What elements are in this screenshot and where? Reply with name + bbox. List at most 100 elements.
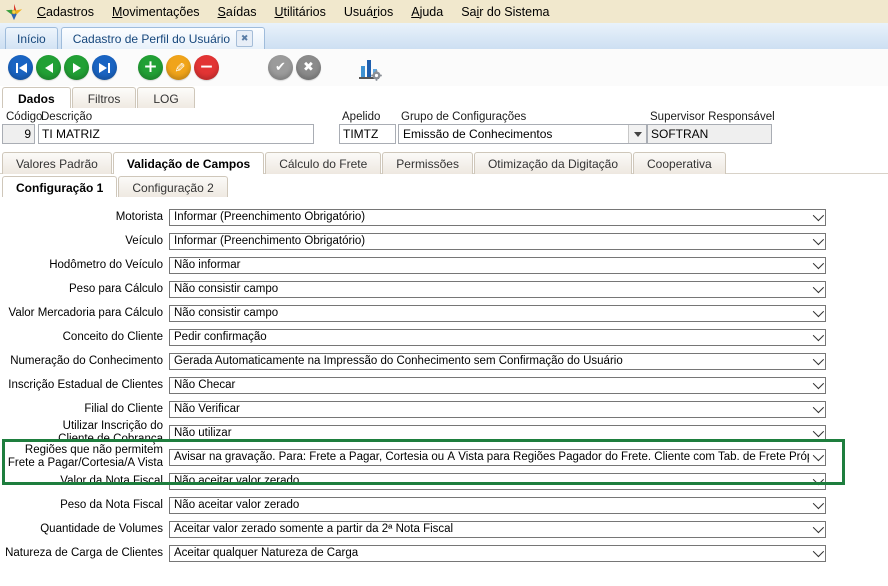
field-label: Conceito do Cliente bbox=[0, 331, 169, 344]
chevron-down-icon bbox=[813, 210, 824, 221]
chevron-down-icon bbox=[813, 522, 824, 533]
peso-nota-fiscal-select[interactable]: Não aceitar valor zerado bbox=[169, 497, 826, 514]
tab-log[interactable]: LOG bbox=[137, 87, 194, 109]
form-row: Utilizar Inscrição do Cliente de Cobranç… bbox=[0, 421, 888, 445]
combo-dropdown-button[interactable] bbox=[628, 125, 646, 143]
menu-movimentacoes[interactable]: Movimentações bbox=[103, 2, 209, 22]
valor-nota-fiscal-select[interactable]: Não aceitar valor zerado bbox=[169, 473, 826, 490]
codigo-field[interactable] bbox=[2, 124, 35, 144]
field-label: Natureza de Carga de Clientes bbox=[0, 547, 169, 560]
chevron-down-icon bbox=[813, 258, 824, 269]
grupo-configuracoes-value: Emissão de Conhecimentos bbox=[399, 125, 628, 143]
chevron-down-icon bbox=[813, 282, 824, 293]
toolbar: + ✎ − ✔ ✖ bbox=[0, 49, 888, 86]
veiculo-select[interactable]: Informar (Preenchimento Obrigatório) bbox=[169, 233, 826, 250]
menu-sair-do-sistema[interactable]: Sair do Sistema bbox=[452, 2, 558, 22]
previous-record-icon bbox=[45, 63, 53, 73]
inscricao-cobranca-select[interactable]: Não utilizar bbox=[169, 425, 826, 442]
peso-calculo-select[interactable]: Não consistir campo bbox=[169, 281, 826, 298]
app-logo-icon bbox=[5, 3, 25, 21]
field-label: Hodômetro do Veículo bbox=[0, 259, 169, 272]
nav-last-button[interactable] bbox=[92, 55, 117, 80]
cancel-button[interactable]: ✖ bbox=[296, 55, 321, 80]
quantidade-volumes-select[interactable]: Aceitar valor zerado somente a partir da… bbox=[169, 521, 826, 538]
section-tab-strip: Valores Padrão Validação de Campos Cálcu… bbox=[0, 148, 888, 174]
window-tab-bar: Início Cadastro de Perfil do Usuário ✖ bbox=[0, 23, 888, 50]
tab-cadastro-perfil-usuario[interactable]: Cadastro de Perfil do Usuário ✖ bbox=[61, 27, 265, 49]
next-record-icon bbox=[73, 63, 81, 73]
tab-inicio[interactable]: Início bbox=[5, 27, 58, 49]
tab-otimizacao-da-digitacao[interactable]: Otimização da Digitação bbox=[474, 152, 632, 174]
field-label: Veículo bbox=[0, 235, 169, 248]
field-label: Utilizar Inscrição do Cliente de Cobranç… bbox=[0, 420, 169, 446]
apelido-field[interactable] bbox=[339, 124, 396, 144]
field-label: Valor Mercadoria para Cálculo bbox=[0, 307, 169, 320]
tab-filtros[interactable]: Filtros bbox=[72, 87, 137, 109]
chevron-down-icon bbox=[813, 378, 824, 389]
nav-first-button[interactable] bbox=[8, 55, 33, 80]
config-tab-strip: Configuração 1 Configuração 2 bbox=[0, 174, 888, 198]
tab-calculo-do-frete[interactable]: Cálculo do Frete bbox=[265, 152, 381, 174]
motorista-select[interactable]: Informar (Preenchimento Obrigatório) bbox=[169, 209, 826, 226]
plus-icon: + bbox=[143, 59, 157, 76]
pencil-icon: ✎ bbox=[172, 62, 185, 73]
codigo-label: Código bbox=[6, 111, 42, 123]
check-icon: ✔ bbox=[275, 61, 286, 74]
grupo-configuracoes-combobox[interactable]: Emissão de Conhecimentos bbox=[398, 124, 647, 144]
form-row: Hodômetro do Veículo Não informar bbox=[0, 253, 888, 277]
supervisor-label: Supervisor Responsável bbox=[650, 111, 775, 123]
form-row: Peso da Nota Fiscal Não aceitar valor ze… bbox=[0, 493, 888, 517]
nav-prev-button[interactable] bbox=[36, 55, 61, 80]
tab-configuracao-1[interactable]: Configuração 1 bbox=[2, 176, 117, 198]
field-label: Numeração do Conhecimento bbox=[0, 355, 169, 368]
tab-valores-padrao[interactable]: Valores Padrão bbox=[2, 152, 112, 174]
chevron-down-icon bbox=[813, 546, 824, 557]
chevron-down-icon bbox=[813, 474, 824, 485]
application-window: Cadastros Movimentações Saídas Utilitári… bbox=[0, 0, 888, 586]
form-row: Numeração do Conhecimento Gerada Automat… bbox=[0, 349, 888, 373]
chevron-down-icon bbox=[813, 450, 824, 461]
chevron-down-icon bbox=[813, 354, 824, 365]
validation-form: Motorista Informar (Preenchimento Obriga… bbox=[0, 197, 888, 586]
menu-bar: Cadastros Movimentações Saídas Utilitári… bbox=[0, 0, 888, 24]
conceito-cliente-select[interactable]: Pedir confirmação bbox=[169, 329, 826, 346]
tab-cadastro-label: Cadastro de Perfil do Usuário bbox=[73, 32, 230, 46]
numeracao-conhecimento-select[interactable]: Gerada Automaticamente na Impressão do C… bbox=[169, 353, 826, 370]
nav-next-button[interactable] bbox=[64, 55, 89, 80]
form-row-highlighted: Regiões que não permitem Frete a Pagar/C… bbox=[0, 445, 888, 469]
last-record-icon bbox=[99, 63, 107, 73]
tab-cooperativa[interactable]: Cooperativa bbox=[633, 152, 726, 174]
add-record-button[interactable]: + bbox=[138, 55, 163, 80]
regioes-frete-select[interactable]: Avisar na gravação. Para: Frete a Pagar,… bbox=[169, 449, 826, 466]
form-row: Filial do Cliente Não Verificar bbox=[0, 397, 888, 421]
menu-utilitarios[interactable]: Utilitários bbox=[265, 2, 334, 22]
hodometro-select[interactable]: Não informar bbox=[169, 257, 826, 274]
edit-record-button[interactable]: ✎ bbox=[166, 55, 191, 80]
field-label: Peso para Cálculo bbox=[0, 283, 169, 296]
form-row: Valor Mercadoria para Cálculo Não consis… bbox=[0, 301, 888, 325]
tab-permissoes[interactable]: Permissões bbox=[382, 152, 473, 174]
menu-saidas[interactable]: Saídas bbox=[209, 2, 266, 22]
natureza-carga-select[interactable]: Aceitar qualquer Natureza de Carga bbox=[169, 545, 826, 562]
close-tab-icon[interactable]: ✖ bbox=[236, 30, 253, 47]
record-tab-strip: Dados Filtros LOG bbox=[0, 86, 888, 109]
menu-ajuda[interactable]: Ajuda bbox=[402, 2, 452, 22]
chart-report-button[interactable] bbox=[356, 55, 382, 81]
valor-mercadoria-select[interactable]: Não consistir campo bbox=[169, 305, 826, 322]
tab-validacao-de-campos[interactable]: Validação de Campos bbox=[113, 152, 264, 174]
record-header-form: Código Descrição Apelido Grupo de Config… bbox=[0, 108, 888, 148]
delete-record-button[interactable]: − bbox=[194, 55, 219, 80]
form-row: Veículo Informar (Preenchimento Obrigató… bbox=[0, 229, 888, 253]
descricao-field[interactable] bbox=[38, 124, 314, 144]
form-row: Peso para Cálculo Não consistir campo bbox=[0, 277, 888, 301]
confirm-button[interactable]: ✔ bbox=[268, 55, 293, 80]
bar-chart-gear-icon bbox=[356, 55, 382, 81]
tab-dados[interactable]: Dados bbox=[2, 87, 71, 109]
tab-configuracao-2[interactable]: Configuração 2 bbox=[118, 176, 227, 198]
filial-cliente-select[interactable]: Não Verificar bbox=[169, 401, 826, 418]
menu-cadastros[interactable]: Cadastros bbox=[28, 2, 103, 22]
menu-usuarios[interactable]: Usuários bbox=[335, 2, 402, 22]
supervisor-field[interactable] bbox=[647, 124, 772, 144]
chevron-down-icon bbox=[813, 330, 824, 341]
inscricao-estadual-select[interactable]: Não Checar bbox=[169, 377, 826, 394]
